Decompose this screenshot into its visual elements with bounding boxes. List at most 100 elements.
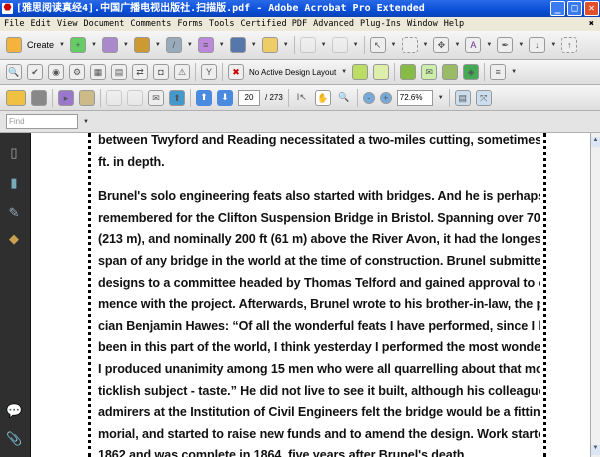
find-toolbar: Find ▼ bbox=[0, 111, 600, 133]
envelope-icon[interactable]: ✉ bbox=[421, 64, 438, 80]
document-close-icon[interactable]: ✖ bbox=[589, 17, 594, 31]
separator bbox=[363, 36, 365, 54]
tasks-toolbar: Create ▼ + ▼ ▼ ▼ / ▼ ≡ ▼ ▼ ▼ ▼ ▼ ↖ ▼ ▼ ✥ ▼ A ▼ … bbox=[0, 31, 600, 60]
find-input[interactable]: Find bbox=[6, 114, 78, 129]
pages-icon[interactable]: ▯ bbox=[6, 145, 22, 161]
separator bbox=[195, 63, 196, 81]
menu-file[interactable]: File bbox=[4, 17, 24, 31]
zoom-level-select[interactable]: 72.6% bbox=[396, 89, 433, 106]
create-pdf-icon[interactable] bbox=[6, 37, 22, 53]
close-button[interactable]: ✕ bbox=[584, 1, 599, 16]
menu-comments[interactable]: Comments bbox=[130, 17, 171, 31]
organizer-icon[interactable]: ▸ bbox=[58, 89, 74, 106]
move-icon[interactable]: ✥ bbox=[433, 37, 450, 53]
options-icon[interactable]: ≡ bbox=[490, 64, 507, 80]
secure-lock-icon[interactable] bbox=[133, 37, 150, 53]
color-separation-icon[interactable]: ▦ bbox=[90, 64, 106, 80]
collaborate-icon[interactable] bbox=[101, 37, 118, 53]
separator bbox=[448, 88, 450, 107]
marquee-zoom-icon[interactable]: 🔍 bbox=[336, 90, 352, 106]
camera-icon[interactable]: ◘ bbox=[153, 64, 169, 80]
scroll-down-icon[interactable]: ▼ bbox=[591, 445, 600, 455]
text-select-icon[interactable]: I↖ bbox=[294, 90, 310, 106]
combine-files-icon[interactable]: + bbox=[69, 37, 86, 53]
tag-icon[interactable]: ◆ bbox=[6, 231, 22, 247]
text-line: remembered for the Clifton Suspension Br… bbox=[98, 210, 540, 225]
filter-icon[interactable]: Y bbox=[201, 64, 217, 80]
forms-icon[interactable]: ≡ bbox=[197, 37, 214, 53]
globe-icon[interactable]: ◉ bbox=[48, 64, 64, 80]
next-page-icon[interactable]: ⬇ bbox=[217, 89, 233, 106]
print-icon[interactable] bbox=[31, 89, 47, 106]
scan-icon[interactable] bbox=[79, 89, 95, 106]
bookmarks-icon[interactable]: ▮ bbox=[6, 175, 22, 191]
sign-pen-icon[interactable]: / bbox=[165, 37, 182, 53]
layers-icon[interactable]: ◈ bbox=[463, 64, 480, 80]
text-line: designs to a committee headed by Thomas … bbox=[98, 275, 540, 290]
menu-view[interactable]: View bbox=[57, 17, 77, 31]
text-line: cian Benjamin Hawes: “Of all the wonderf… bbox=[98, 318, 540, 333]
window-title: [雅思阅读真经4].中国广播电视出版社.扫描版.pdf - Adobe Acro… bbox=[16, 3, 425, 14]
text-line: 1862 and was complete in 1864, five year… bbox=[98, 448, 468, 457]
document-page: between Twyford and Reading necessitated… bbox=[31, 133, 590, 457]
warning-icon[interactable]: ⚠ bbox=[174, 64, 190, 80]
page-number-input[interactable]: 20 bbox=[238, 89, 260, 106]
comment-bubble-icon[interactable] bbox=[400, 64, 417, 80]
menu-help[interactable]: Help bbox=[444, 17, 464, 31]
text-line: span of any bridge in the world at the t… bbox=[98, 253, 540, 268]
menu-window[interactable]: Window bbox=[407, 17, 438, 31]
menu-tools[interactable]: Tools bbox=[209, 17, 235, 31]
save-as-disabled-icon bbox=[127, 89, 143, 106]
open-folder-icon[interactable] bbox=[6, 89, 26, 106]
multimedia-icon[interactable] bbox=[229, 37, 246, 53]
green-layout-icon[interactable] bbox=[352, 64, 369, 80]
table-layout-icon[interactable] bbox=[373, 64, 390, 80]
page-total: / 273 bbox=[265, 93, 283, 102]
select-arrow-icon[interactable]: ↖ bbox=[369, 37, 386, 53]
convert-icon[interactable]: ⇄ bbox=[132, 64, 148, 80]
menu-forms[interactable]: Forms bbox=[177, 17, 203, 31]
pen-tool-icon[interactable]: ✒ bbox=[497, 37, 514, 53]
menu-advanced[interactable]: Advanced bbox=[313, 17, 354, 31]
text-line: ticklish subject - taste.” He did not li… bbox=[98, 383, 540, 398]
previous-page-icon[interactable]: ⬆ bbox=[196, 89, 212, 106]
print-icon[interactable]: ▤ bbox=[111, 64, 127, 80]
preflight-icon[interactable]: 🔍 bbox=[6, 64, 22, 80]
create-button[interactable]: Create bbox=[27, 40, 54, 50]
scroll-up-icon[interactable]: ▲ bbox=[591, 137, 600, 147]
attachments-icon[interactable]: 📎 bbox=[6, 431, 22, 447]
document-text: between Twyford and Reading necessitated… bbox=[98, 133, 540, 457]
fit-page-icon[interactable]: ▤ bbox=[454, 89, 471, 106]
comments-icon[interactable]: 💬 bbox=[6, 403, 22, 419]
text-tool-icon[interactable]: A bbox=[465, 37, 482, 53]
menu-certified-pdf[interactable]: Certified PDF bbox=[241, 17, 308, 31]
menu-edit[interactable]: Edit bbox=[30, 17, 50, 31]
disabled-tool-icon bbox=[331, 37, 348, 53]
email-icon[interactable]: ✉ bbox=[148, 89, 164, 106]
design-layout-dropdown[interactable]: No Active Design Layout bbox=[249, 68, 336, 77]
pin-tool-icon[interactable]: ↓ bbox=[529, 37, 546, 53]
separator bbox=[287, 88, 289, 107]
web-upload-icon[interactable]: ⬆ bbox=[169, 89, 185, 106]
comment-icon[interactable] bbox=[261, 37, 278, 53]
vertical-scrollbar[interactable]: ▲ ▼ bbox=[590, 133, 600, 457]
menu-document[interactable]: Document bbox=[83, 17, 124, 31]
text-line: I produced unanimity among 15 men who we… bbox=[98, 361, 540, 376]
minimize-button[interactable]: _ bbox=[550, 1, 565, 16]
file-toolbar: ▸ ✉ ⬆ ⬆ ⬇ 20 / 273 I↖ ✋ 🔍 - + 72.6% ▼ ▤ ⤧ bbox=[0, 85, 600, 111]
zoom-out-icon[interactable]: - bbox=[362, 91, 375, 104]
pattern-icon[interactable] bbox=[442, 64, 459, 80]
settings-icon[interactable]: ⚙ bbox=[69, 64, 85, 80]
menu-plug-ins[interactable]: Plug-Ins bbox=[360, 17, 401, 31]
upload-icon[interactable]: ↑ bbox=[561, 37, 578, 53]
maximize-button[interactable]: □ bbox=[567, 1, 582, 16]
design-layout-icon[interactable]: ✖ bbox=[228, 64, 244, 80]
zoom-in-icon[interactable]: + bbox=[379, 91, 392, 104]
separator bbox=[484, 63, 486, 81]
marquee-select-icon[interactable] bbox=[401, 37, 418, 53]
check-icon[interactable]: ✔ bbox=[27, 64, 43, 80]
text-line: been in this part of the world, I think … bbox=[98, 340, 540, 355]
full-screen-icon[interactable]: ⤧ bbox=[475, 89, 492, 106]
hand-tool-icon[interactable]: ✋ bbox=[314, 89, 331, 106]
signatures-icon[interactable]: ✎ bbox=[6, 205, 22, 221]
